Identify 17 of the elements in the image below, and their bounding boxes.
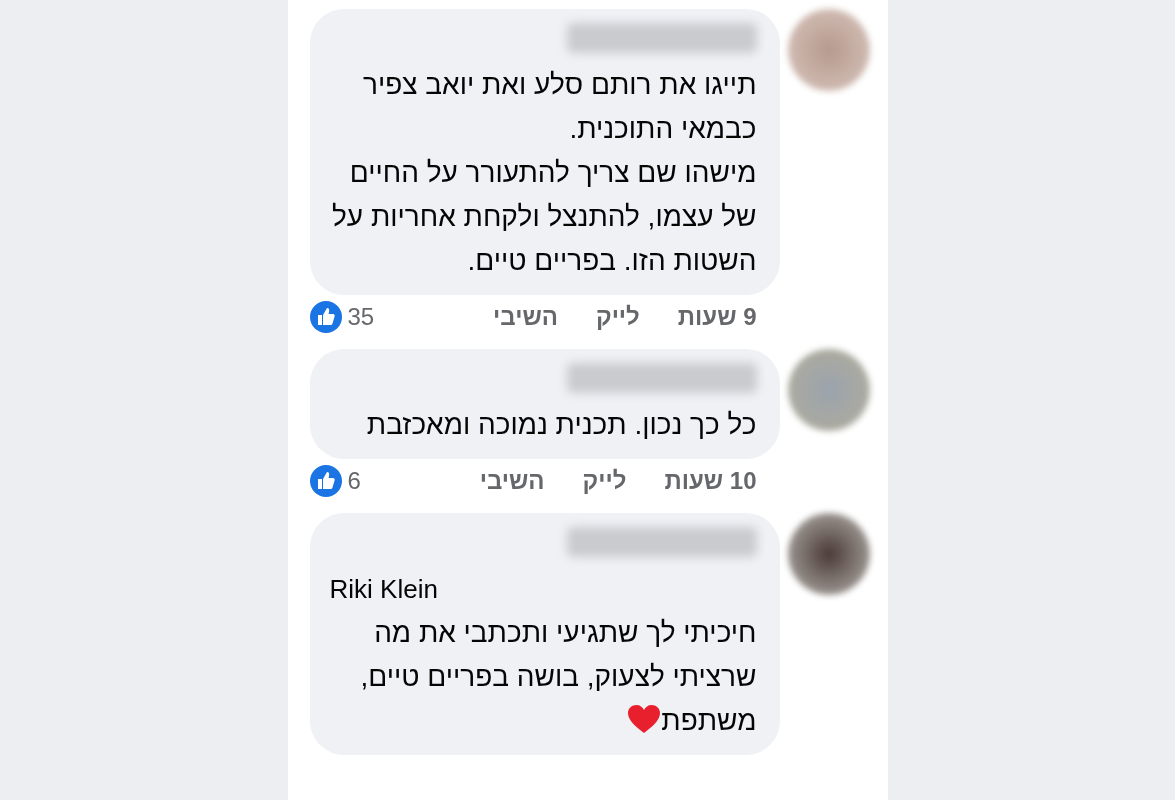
- reaction-count[interactable]: 35: [347, 303, 375, 331]
- thumbs-up-icon[interactable]: [309, 465, 342, 497]
- reply-link[interactable]: השיבי: [479, 467, 545, 495]
- comment-text: כל כך נכון. תכנית נמוכה ומאכזבת: [366, 409, 757, 440]
- timestamp: 9 שעות: [677, 303, 757, 331]
- comment-text: תייגו את רותם סלע ואת יואב צפיר כבמאי התוכנית.: [363, 69, 757, 144]
- reply-link[interactable]: השיבי: [493, 303, 558, 331]
- like-link[interactable]: לייק: [595, 303, 640, 331]
- reaction-count[interactable]: 6: [347, 467, 361, 495]
- comment-text: חיכיתי לך שתגיעי ותכתבי את מה שרציתי לצעוק, בושה בפריים טיים,: [360, 617, 757, 692]
- timestamp: 10 שעות: [664, 467, 757, 495]
- comment-text: משתפת: [661, 705, 757, 736]
- like-link[interactable]: לייק: [582, 467, 627, 495]
- mention-link[interactable]: Riki Klein: [329, 567, 757, 611]
- comment-text: מישהו שם צריך להתעורר על החיים של עצמו, להתנצל ולקחת אחריות על השטות הזו. בפריים טיים.: [332, 157, 757, 276]
- thumbs-up-icon[interactable]: [309, 301, 342, 333]
- avatar[interactable]: [787, 513, 870, 595]
